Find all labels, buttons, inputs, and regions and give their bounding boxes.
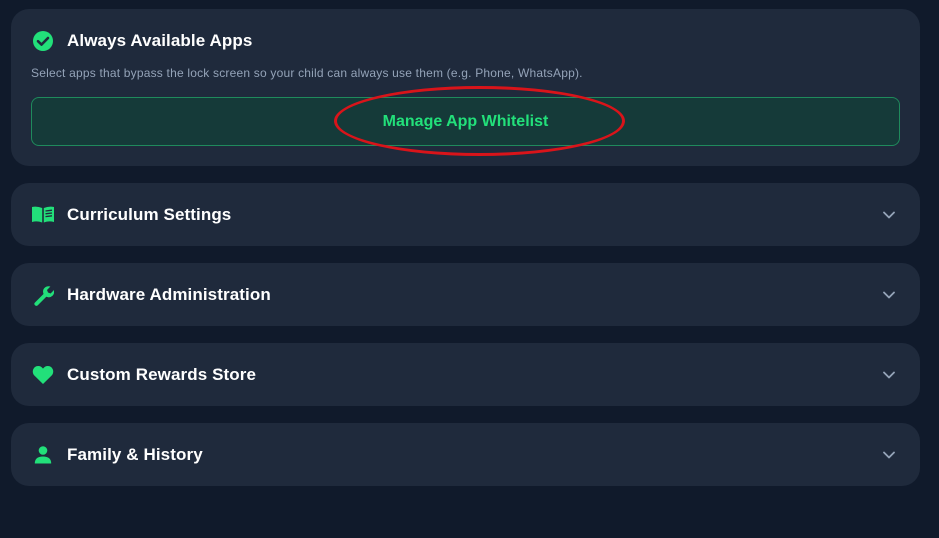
- always-available-apps-card: Always Available Apps Select apps that b…: [11, 9, 920, 166]
- section-family-history[interactable]: Family & History: [11, 423, 920, 486]
- check-circle-icon: [31, 29, 55, 53]
- always-available-apps-title: Always Available Apps: [67, 31, 253, 50]
- section-title: Custom Rewards Store: [67, 364, 257, 384]
- always-available-apps-header: Always Available Apps: [31, 29, 252, 53]
- section-title: Curriculum Settings: [67, 204, 232, 224]
- section-custom-rewards-store[interactable]: Custom Rewards Store: [11, 343, 920, 406]
- section-hardware-administration[interactable]: Hardware Administration: [11, 263, 920, 326]
- heart-icon: [31, 363, 55, 387]
- book-icon: [31, 203, 55, 227]
- chevron-down-icon[interactable]: [879, 445, 899, 465]
- section-title: Family & History: [67, 444, 203, 464]
- person-icon: [31, 443, 55, 467]
- section-curriculum-settings[interactable]: Curriculum Settings: [11, 183, 920, 246]
- settings-page: Always Available Apps Select apps that b…: [0, 0, 939, 538]
- chevron-down-icon[interactable]: [879, 285, 899, 305]
- always-available-apps-description: Select apps that bypass the lock screen …: [31, 66, 583, 80]
- wrench-icon: [31, 283, 55, 307]
- chevron-down-icon[interactable]: [879, 365, 899, 385]
- chevron-down-icon[interactable]: [879, 205, 899, 225]
- section-title: Hardware Administration: [67, 284, 271, 304]
- manage-app-whitelist-button[interactable]: Manage App Whitelist: [31, 97, 900, 146]
